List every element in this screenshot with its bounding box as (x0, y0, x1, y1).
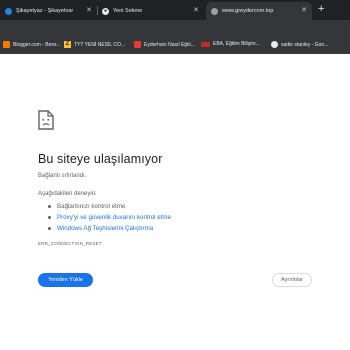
google-icon (271, 41, 278, 48)
suggestion-list: Bağlantınızı kontrol etme Proxy'yi ve gü… (48, 201, 171, 234)
bookmark-eba[interactable]: EBA, Eğitim Bilişim... (201, 41, 260, 47)
bookmark-label: TYT YENİ NESİL CO... (74, 41, 126, 48)
error-page: Bu siteye ulaşılamıyor Bağlantı sıfırlan… (0, 55, 350, 350)
bookmark-tyt[interactable]: Z TYT YENİ NESİL CO... (64, 41, 125, 48)
eba-icon (201, 41, 210, 47)
bullet-icon (48, 216, 51, 219)
bookmark-label: Eyderhanı Nasıl Eğiti... (144, 41, 195, 48)
suggestion-check-connection: Bağlantınızı kontrol etme (48, 201, 171, 212)
bookmark-label: EBA, Eğitim Bilişim... (213, 41, 260, 47)
error-subtitle: Bağlantı sıfırlandı. (38, 173, 87, 179)
tab-new-tab[interactable]: ● Yeni Sekme ✕ (97, 2, 204, 20)
chrome-icon: ● (102, 7, 109, 15)
browser-toolbar (0, 20, 350, 38)
tab-strip: Şikayetyaz - Şikayetvar ✕ ● Yeni Sekme ✕… (0, 0, 350, 20)
suggestion-check-proxy-link[interactable]: Proxy'yi ve güvenlik duvarını kontrol et… (48, 212, 171, 223)
bookmarks-bar: Blogger.com - Benz... Z TYT YENİ NESİL C… (0, 38, 350, 54)
bookmark-label: Blogger.com - Benz... (13, 41, 61, 48)
bullet-icon (48, 205, 51, 208)
try-heading: Aşağıdakileri deneyin: (38, 191, 97, 197)
tab-title: Yeni Sekme (113, 8, 143, 14)
globe-icon (211, 7, 218, 15)
suggestion-label[interactable]: Windows Ağ Teşhislerini Çalıştırma (57, 223, 153, 234)
sad-page-icon (38, 110, 54, 130)
tab-title: Şikayetyaz - Şikayetvar (16, 8, 74, 14)
bullet-icon (48, 227, 51, 230)
new-tab-button[interactable]: + (318, 3, 324, 15)
blogger-icon (3, 41, 10, 48)
details-button[interactable]: Ayrıntılar (272, 273, 312, 287)
suggestion-label: Bağlantınızı kontrol etme (57, 203, 126, 210)
site-favicon-icon (5, 7, 12, 15)
bookmark-blogger[interactable]: Blogger.com - Benz... (3, 41, 61, 48)
error-code: ERR_CONNECTION_RESET (38, 241, 102, 246)
video-icon (134, 41, 141, 48)
suggestion-label[interactable]: Proxy'yi ve güvenlik duvarını kontrol et… (57, 212, 171, 223)
bookmark-google[interactable]: sadie stanley - Goo... (271, 41, 328, 48)
close-icon[interactable]: ✕ (193, 6, 199, 14)
reload-button[interactable]: Yeniden Yükle (38, 273, 93, 287)
error-title: Bu siteye ulaşılamıyor (38, 152, 163, 166)
suggestion-network-diagnostics-link[interactable]: Windows Ağ Teşhislerini Çalıştırma (48, 223, 171, 234)
tab-greydercom-active[interactable]: www.greydercom.top ✕ (206, 2, 312, 20)
bookmark-eyderhan[interactable]: Eyderhanı Nasıl Eğiti... (134, 41, 195, 48)
z-logo-icon: Z (64, 41, 71, 48)
tab-title: www.greydercom.top (222, 8, 274, 14)
close-icon[interactable]: ✕ (86, 6, 92, 14)
close-icon[interactable]: ✕ (301, 6, 307, 14)
tab-sikayetvar[interactable]: Şikayetyaz - Şikayetvar ✕ (0, 2, 97, 20)
bookmark-label: sadie stanley - Goo... (281, 41, 329, 48)
